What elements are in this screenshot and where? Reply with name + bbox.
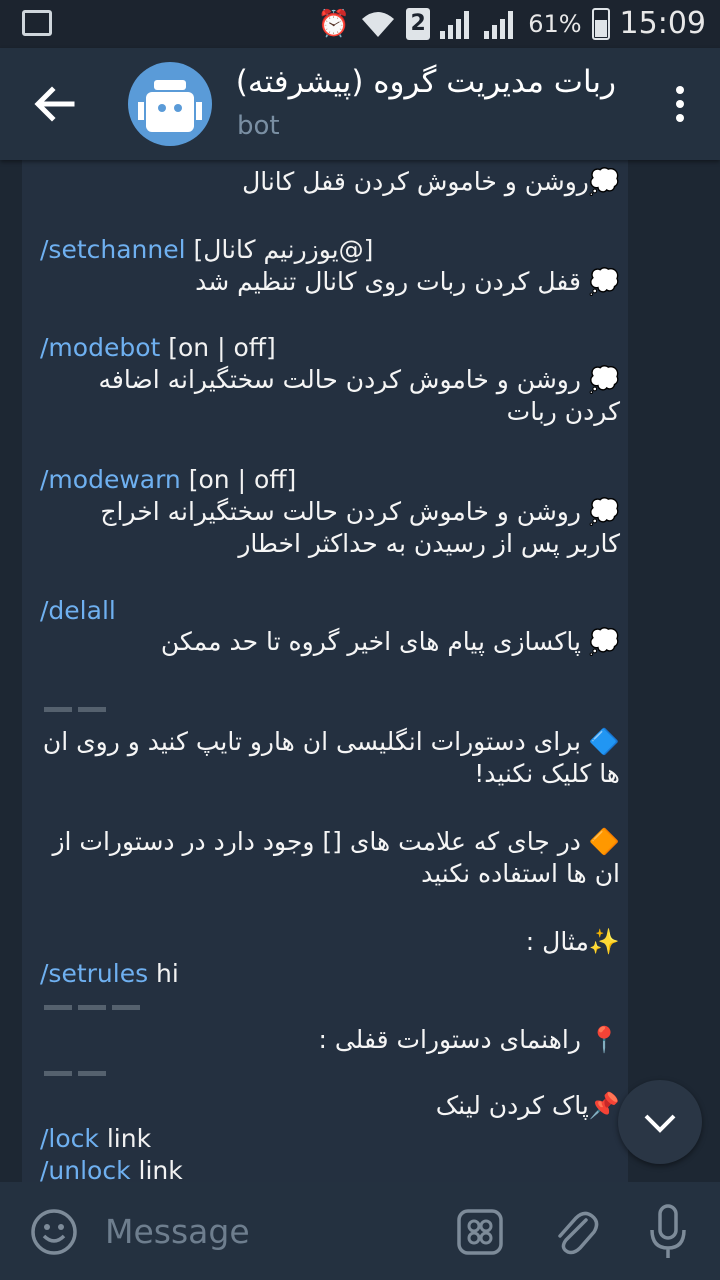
message-line: ان ها استفاده نکنید	[421, 859, 620, 888]
message-line: کاربر پس از رسیدن به حداکثر اخطار	[238, 529, 620, 558]
message-line: 🔷 برای دستورات انگلیسی ان هارو تایپ کنید…	[42, 727, 620, 756]
command-line: /modebot [on | off]	[40, 332, 620, 364]
bot-avatar[interactable]	[128, 62, 212, 146]
command-link[interactable]: /unlock	[40, 1156, 131, 1185]
command-line: /setrules hi	[40, 958, 620, 990]
battery-percent: 61%	[528, 9, 582, 38]
message-input[interactable]: Message	[105, 1212, 250, 1251]
emoji-icon[interactable]	[30, 1208, 78, 1256]
message-bubble: 💭روشن و خاموش کردن قفل کانال /setchannel…	[22, 140, 628, 1200]
robot-icon	[138, 80, 202, 132]
command-line: /setchannel [یوزرنیم کانال@]	[40, 234, 620, 266]
scroll-down-icon	[644, 1114, 676, 1133]
message-line: ها کلیک نکنید!	[474, 759, 620, 788]
separator	[44, 707, 106, 712]
message-line: کردن ربات	[506, 397, 620, 426]
command-link[interactable]: /lock	[40, 1124, 99, 1153]
mic-icon[interactable]	[648, 1204, 688, 1260]
message-line: 📍 راهنمای دستورات قفلی :	[318, 1025, 620, 1054]
clock: 15:09	[619, 6, 706, 41]
bot-keyboard-icon[interactable]	[456, 1208, 504, 1256]
attach-icon[interactable]	[552, 1206, 600, 1258]
separator	[44, 1005, 140, 1010]
back-arrow-icon[interactable]	[32, 84, 76, 124]
message-line: 💭 روشن و خاموش کردن حالت سختگیرانه اضافه	[98, 365, 621, 394]
battery-icon	[591, 7, 610, 40]
message-line: 💭 قفل کردن ربات روی کانال تنظیم شد	[195, 267, 620, 296]
command-link[interactable]: /setchannel	[40, 235, 186, 264]
command-link[interactable]: /setrules	[40, 959, 148, 988]
wifi-icon	[362, 11, 395, 37]
command-link[interactable]: /modebot	[40, 333, 160, 362]
command-arg: [on | off]	[160, 333, 276, 362]
message-line: ✨مثال :	[525, 927, 620, 956]
command-line: /delall	[40, 595, 620, 627]
message-composer: Message	[0, 1182, 720, 1280]
signal-icon-2	[484, 9, 518, 39]
command-arg: link	[98, 1124, 152, 1153]
command-link[interactable]: /delall	[40, 596, 116, 625]
command-arg: hi	[148, 959, 179, 988]
command-arg: link	[130, 1156, 183, 1185]
gallery-notification-icon	[22, 10, 52, 36]
chat-title[interactable]: ربات مدیریت گروه (پیشرفته)	[236, 64, 616, 100]
status-bar: ⏰ 2 61% 15:09	[0, 0, 720, 48]
command-link[interactable]: /modewarn	[40, 465, 181, 494]
separator	[44, 1071, 106, 1076]
status-icons: ⏰ 2 61% 15:09	[318, 6, 706, 41]
message-line: 📌پاک کردن لینک	[435, 1091, 620, 1120]
signal-icon-1	[440, 9, 474, 39]
command-line: /lock link	[40, 1123, 620, 1155]
message-line: 💭روشن و خاموش کردن قفل کانال	[242, 167, 620, 196]
chat-header: ربات مدیریت گروه (پیشرفته) bot	[0, 48, 720, 160]
alarm-icon: ⏰	[317, 8, 351, 39]
command-line: /modewarn [on | off]	[40, 464, 620, 496]
scroll-down-button[interactable]	[618, 1080, 702, 1164]
more-vertical-icon[interactable]	[676, 86, 686, 124]
command-arg: [on | off]	[180, 465, 297, 494]
sim-badge: 2	[406, 7, 431, 40]
command-arg: [یوزرنیم کانال@]	[185, 235, 374, 264]
message-line: 💭 پاکسازی پیام های اخیر گروه تا حد ممکن	[160, 627, 620, 656]
message-line: 💭 روشن و خاموش کردن حالت سختگیرانه اخراج	[100, 497, 620, 526]
chat-subtitle: bot	[237, 111, 280, 141]
message-line: 🔶 در جای که علامت های [] وجود دارد در دس…	[52, 827, 620, 856]
